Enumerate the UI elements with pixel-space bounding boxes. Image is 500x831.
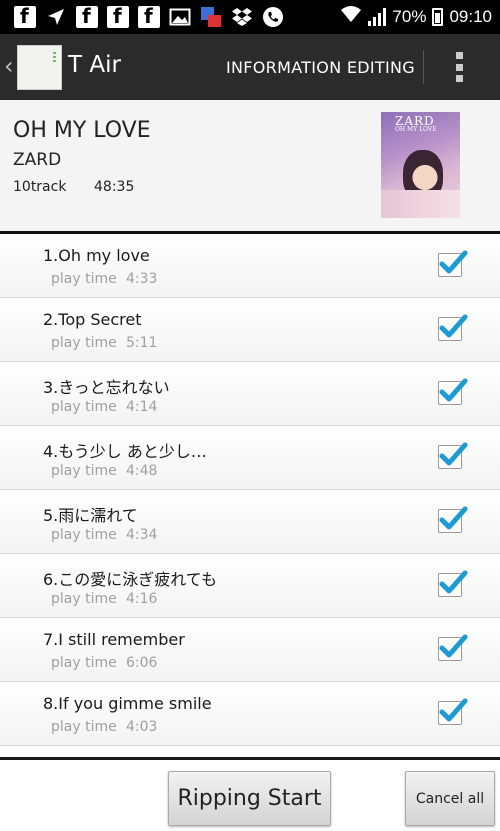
gallery-icon	[169, 6, 191, 28]
track-row[interactable]: 6.この愛に泳ぎ疲れても play time 4:16	[0, 554, 500, 618]
play-time-label: play time	[51, 399, 117, 415]
checkmark-icon	[439, 378, 468, 402]
bottom-bar: Ripping Start Cancel all	[0, 757, 500, 831]
facebook-icon	[138, 4, 160, 28]
album-duration: 48:35	[94, 179, 135, 195]
track-checkbox[interactable]	[438, 634, 468, 661]
status-right: 70% 09:10	[340, 5, 492, 28]
track-name: 2.Top Secret	[43, 310, 142, 329]
track-name: 4.もう少し あと少し…	[43, 442, 207, 461]
battery-icon	[432, 7, 444, 26]
checkmark-icon	[439, 506, 468, 530]
play-time-value: 4:16	[126, 591, 158, 607]
play-time-value: 4:48	[126, 463, 158, 479]
information-editing-button[interactable]: INFORMATION EDITING	[226, 58, 415, 77]
track-row[interactable]: 2.Top Secret play time 5:11	[0, 298, 500, 362]
track-checkbox[interactable]	[438, 442, 468, 469]
album-cover: ZARD OH MY LOVE	[381, 112, 460, 218]
checkmark-icon	[439, 250, 468, 274]
play-time-value: 4:33	[126, 271, 158, 287]
track-row[interactable]: 4.もう少し あと少し… play time 4:48	[0, 426, 500, 490]
track-name: 5.雨に濡れて	[43, 506, 138, 525]
track-list[interactable]: 1.Oh my love play time 4:33 2.Top Secret…	[0, 234, 500, 757]
cancel-all-button[interactable]: Cancel all	[405, 771, 495, 826]
cover-foreground	[381, 190, 460, 218]
app-title: T Air	[68, 52, 121, 78]
album-title: OH MY LOVE	[13, 118, 151, 143]
status-bar: 70% 09:10	[0, 0, 500, 34]
track-row[interactable]: 1.Oh my love play time 4:33	[0, 234, 500, 298]
location-arrow-icon	[45, 6, 67, 28]
album-artist: ZARD	[13, 150, 62, 170]
play-time-label: play time	[51, 719, 117, 735]
signal-icon	[368, 7, 387, 26]
facebook-icon	[107, 4, 129, 28]
facebook-icon	[14, 4, 36, 28]
track-count: 10track	[13, 179, 67, 195]
track-name: 8.If you gimme smile	[43, 694, 212, 713]
checkmark-icon	[439, 570, 468, 594]
checkmark-icon	[439, 442, 468, 466]
play-time-label: play time	[51, 655, 117, 671]
play-time-label: play time	[51, 463, 117, 479]
dropbox-icon	[231, 6, 253, 28]
play-time-label: play time	[51, 527, 117, 543]
checkmark-icon	[439, 314, 468, 338]
track-checkbox[interactable]	[438, 314, 468, 341]
back-chevron-icon[interactable]: ‹	[4, 52, 14, 80]
play-time-value: 6:06	[126, 655, 158, 671]
album-header: OH MY LOVE ZARD 10track 48:35 ZARD OH MY…	[0, 100, 500, 232]
play-time-value: 4:34	[126, 527, 158, 543]
play-time-label: play time	[51, 591, 117, 607]
track-row[interactable]: 7.I still remember play time 6:06	[0, 618, 500, 682]
battery-percent: 70%	[392, 6, 427, 26]
play-time-label: play time	[51, 335, 117, 351]
facebook-icon	[76, 4, 98, 28]
notification-icons	[14, 4, 284, 28]
wifi-icon	[340, 5, 362, 28]
viber-phone-icon	[262, 6, 284, 28]
track-checkbox[interactable]	[438, 250, 468, 277]
play-time-value: 4:14	[126, 399, 158, 415]
action-bar: ‹ T Air INFORMATION EDITING	[0, 34, 500, 100]
overflow-menu-icon[interactable]	[456, 52, 464, 82]
ripping-start-button[interactable]: Ripping Start	[168, 771, 331, 826]
track-row[interactable]: 5.雨に濡れて play time 4:34	[0, 490, 500, 554]
track-name: 1.Oh my love	[43, 246, 150, 265]
checkmark-icon	[439, 698, 468, 722]
play-time-value: 5:11	[126, 335, 158, 351]
checkmark-icon	[439, 634, 468, 658]
app-logo[interactable]	[17, 45, 62, 90]
play-time-value: 4:03	[126, 719, 158, 735]
track-checkbox[interactable]	[438, 506, 468, 533]
track-checkbox[interactable]	[438, 698, 468, 725]
track-checkbox[interactable]	[438, 570, 468, 597]
track-name: 7.I still remember	[43, 630, 185, 649]
cover-title-text: OH MY LOVE	[395, 126, 437, 133]
action-divider	[423, 50, 424, 84]
calendar-pdf-icon	[200, 6, 222, 28]
track-checkbox[interactable]	[438, 378, 468, 405]
track-name: 6.この愛に泳ぎ疲れても	[43, 570, 217, 589]
clock: 09:10	[449, 6, 492, 26]
track-name: 3.きっと忘れない	[43, 378, 170, 397]
track-row[interactable]: 8.If you gimme smile play time 4:03	[0, 682, 500, 746]
play-time-label: play time	[51, 271, 117, 287]
track-row[interactable]: 3.きっと忘れない play time 4:14	[0, 362, 500, 426]
